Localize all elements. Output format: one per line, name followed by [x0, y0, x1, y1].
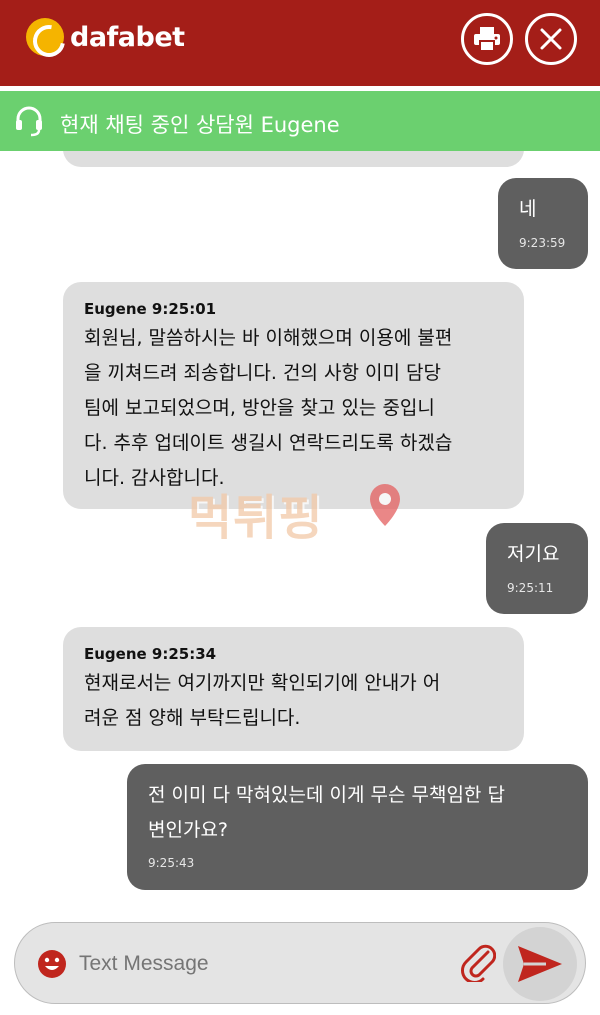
- agent-status-text: 현재 채팅 중인 상담원 Eugene: [60, 113, 340, 137]
- send-button[interactable]: [503, 927, 577, 1001]
- message-line: 팀에 보고되었으며, 방안을 찾고 있는 중입니: [84, 397, 435, 419]
- message-line: 려운 점 양해 부탁드립니다.: [84, 707, 301, 729]
- user-message-bubble: 전 이미 다 막혀있는데 이게 무슨 무책임한 답 변인가요? 9:25:43: [127, 764, 588, 890]
- message-text: 네: [519, 198, 537, 220]
- message-line: 현재로서는 여기까지만 확인되기에 안내가 어: [84, 672, 441, 694]
- message-line: 회원님, 말씀하시는 바 이해했으며 이용에 불편: [84, 327, 453, 349]
- brand-logo-icon: [26, 18, 64, 56]
- printer-icon: [474, 27, 500, 52]
- send-icon: [518, 946, 562, 982]
- message-line: 전 이미 다 막혀있는데 이게 무슨 무책임한 답: [148, 784, 505, 806]
- close-button[interactable]: [525, 13, 577, 65]
- headset-icon: [16, 106, 42, 137]
- paperclip-icon[interactable]: [460, 942, 496, 982]
- message-text: 저기요: [507, 543, 560, 565]
- brand-name: dafabet: [70, 21, 185, 53]
- agent-message-bubble: Eugene 9:25:34 현재로서는 여기까지만 확인되기에 안내가 어 려…: [63, 627, 524, 751]
- smiley-icon[interactable]: [37, 949, 67, 979]
- message-line: 변인가요?: [148, 819, 229, 841]
- agent-status-bar: 현재 채팅 중인 상담원 Eugene: [0, 91, 600, 151]
- user-message-bubble: 저기요 9:25:11: [486, 523, 588, 614]
- message-sender: Eugene 9:25:01: [84, 300, 217, 318]
- close-icon: [540, 28, 562, 50]
- brand-logo: dafabet: [26, 18, 185, 56]
- message-time: 9:25:11: [507, 581, 554, 595]
- message-input[interactable]: [79, 947, 439, 981]
- message-line: 을 끼쳐드려 죄송합니다. 건의 사항 이미 담당: [84, 362, 441, 384]
- chat-area[interactable]: 네 9:23:59 Eugene 9:25:01 회원님, 말씀하시는 바 이해…: [0, 151, 600, 911]
- user-message-bubble: 네 9:23:59: [498, 178, 588, 269]
- message-time: 9:23:59: [519, 236, 566, 250]
- message-line: 니다. 감사합니다.: [84, 467, 225, 489]
- print-button[interactable]: [461, 13, 513, 65]
- agent-message-bubble: Eugene 9:25:01 회원님, 말씀하시는 바 이해했으며 이용에 불편…: [63, 282, 524, 509]
- header-bar: dafabet: [0, 0, 600, 86]
- message-time: 9:25:43: [148, 856, 195, 870]
- message-line: 다. 추후 업데이트 생길시 연락드리도록 하겠습: [84, 432, 453, 454]
- message-composer: [14, 922, 586, 1004]
- agent-message-bubble-partial: [63, 151, 524, 167]
- message-sender: Eugene 9:25:34: [84, 645, 217, 663]
